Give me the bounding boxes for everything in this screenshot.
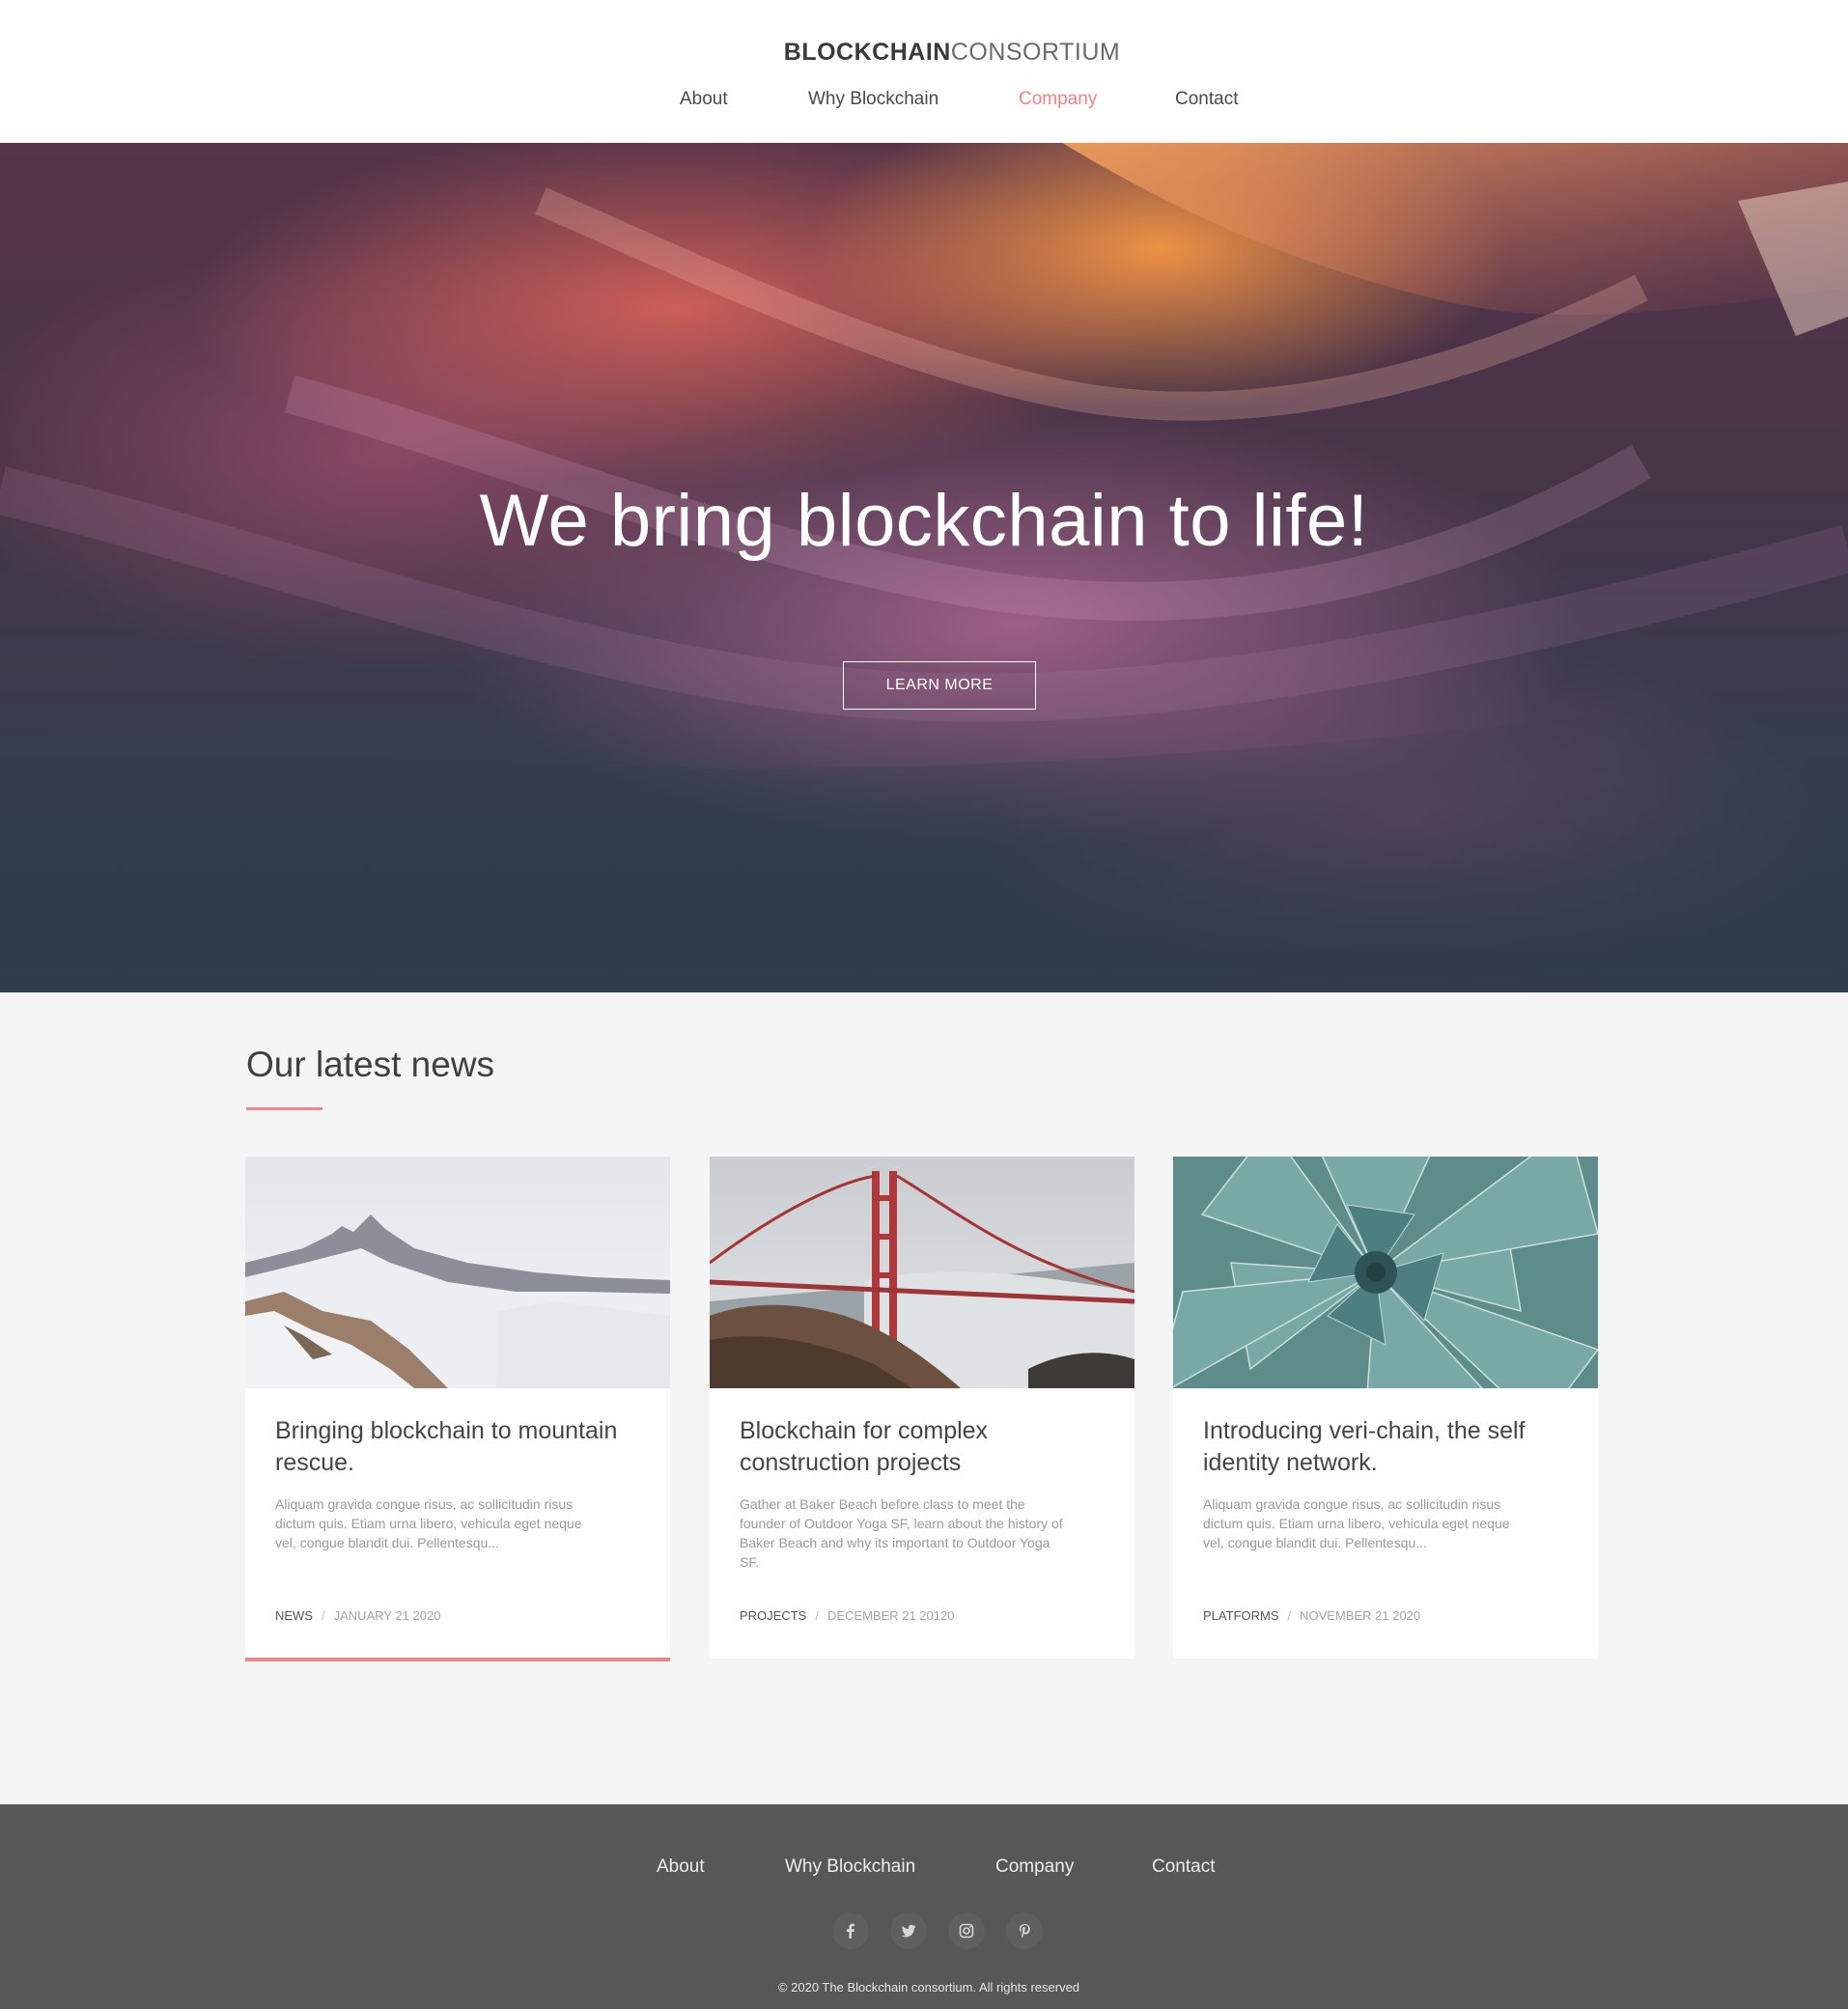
card-title[interactable]: Blockchain for complex construction proj… xyxy=(740,1415,1087,1479)
card-date: JANUARY 21 2020 xyxy=(333,1608,441,1623)
card-meta: PLATFORMS / NOVEMBER 21 2020 xyxy=(1203,1608,1420,1623)
news-title-underline xyxy=(246,1107,322,1110)
nav-about[interactable]: About xyxy=(680,89,728,110)
card-date: NOVEMBER 21 2020 xyxy=(1300,1608,1421,1623)
footer-nav-about[interactable]: About xyxy=(657,1856,705,1878)
hero-banner: We bring blockchain to life! LEARN MORE xyxy=(0,143,1848,992)
news-section-title: Our latest news xyxy=(246,1045,495,1084)
hero-title: We bring blockchain to life! xyxy=(479,480,1369,562)
footer-nav-why-blockchain[interactable]: Why Blockchain xyxy=(785,1856,915,1878)
copyright-text: © 2020 The Blockchain consortium. All ri… xyxy=(777,1980,1080,1995)
learn-more-button[interactable]: LEARN MORE xyxy=(843,661,1036,710)
main-nav: About Why Blockchain Company Contact xyxy=(0,89,1848,118)
card-meta: NEWS / JANUARY 21 2020 xyxy=(275,1608,440,1623)
footer-nav-company[interactable]: Company xyxy=(995,1856,1074,1878)
news-card-mountain-rescue[interactable]: Bringing blockchain to mountain rescue. … xyxy=(245,1157,670,1661)
site-header: BLOCKCHAINCONSORTIUM About Why Blockchai… xyxy=(0,0,1848,143)
card-title[interactable]: Bringing blockchain to mountain rescue. xyxy=(275,1415,623,1479)
news-card-veri-chain[interactable]: Introducing veri-chain, the self identit… xyxy=(1173,1157,1598,1659)
logo-light-text: CONSORTIUM xyxy=(950,39,1121,66)
card-excerpt: Aliquam gravida congue risus, ac sollici… xyxy=(1203,1496,1510,1550)
agave-succulent-image xyxy=(1173,1157,1598,1388)
site-footer: About Why Blockchain Company Contact © 2… xyxy=(0,1804,1848,2009)
card-category[interactable]: PLATFORMS xyxy=(1203,1608,1279,1623)
card-date: DECEMBER 21 20120 xyxy=(826,1608,955,1623)
nav-why-blockchain[interactable]: Why Blockchain xyxy=(808,89,938,110)
footer-nav-contact[interactable]: Contact xyxy=(1152,1856,1215,1878)
card-category[interactable]: NEWS xyxy=(275,1608,313,1623)
card-title[interactable]: Introducing veri-chain, the self identit… xyxy=(1203,1415,1551,1479)
nav-contact[interactable]: Contact xyxy=(1175,89,1238,110)
facebook-icon[interactable] xyxy=(832,1912,869,1949)
card-category[interactable]: PROJECTS xyxy=(740,1608,806,1623)
card-excerpt: Aliquam gravida congue risus, ac sollici… xyxy=(275,1496,582,1550)
twitter-icon[interactable] xyxy=(890,1912,927,1949)
meta-separator: / xyxy=(322,1608,325,1623)
card-excerpt: Gather at Baker Beach before class to me… xyxy=(740,1496,1063,1570)
canyon-background-image xyxy=(0,143,1848,992)
card-active-accent-bar xyxy=(245,1658,670,1661)
instagram-icon[interactable] xyxy=(948,1912,985,1949)
meta-separator: / xyxy=(815,1608,819,1623)
nav-company[interactable]: Company xyxy=(1019,89,1097,110)
meta-separator: / xyxy=(1287,1608,1292,1623)
pinterest-icon[interactable] xyxy=(1006,1912,1043,1949)
site-logo[interactable]: BLOCKCHAINCONSORTIUM xyxy=(0,39,1848,67)
news-card-construction[interactable]: Blockchain for complex construction proj… xyxy=(710,1157,1134,1659)
card-meta: PROJECTS / DECEMBER 21 20120 xyxy=(740,1608,954,1623)
snowy-mountains-image xyxy=(245,1157,670,1388)
logo-bold-text: BLOCKCHAIN xyxy=(783,39,951,66)
golden-gate-bridge-image xyxy=(710,1157,1134,1388)
